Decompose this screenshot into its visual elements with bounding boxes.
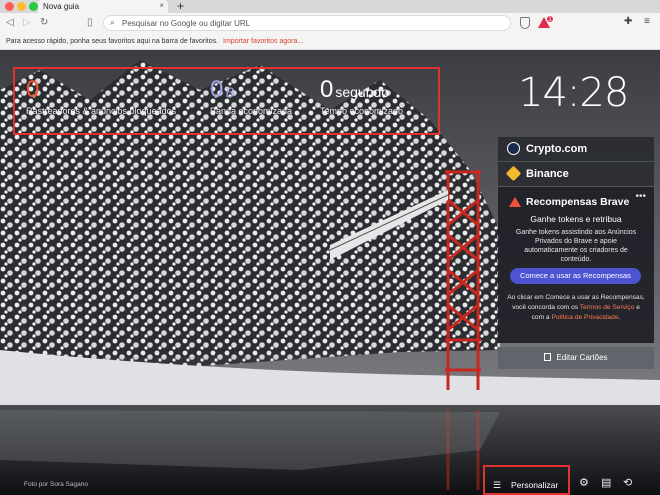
stat-trackers: 0 Rastreadores & anúncios bloqueados [26,76,177,117]
time-value: 0 [320,76,334,103]
rewards-subtitle: Ganhe tokens e retribua [530,214,622,224]
extensions-icon[interactable]: ✚ [624,16,632,27]
crypto-com-icon [507,142,520,155]
new-tab-button[interactable]: + [177,0,184,13]
trackers-label: Rastreadores & anúncios bloqueados [26,106,177,116]
stat-bandwidth: 0B Banda economizada [210,76,293,117]
bookmarks-icon[interactable]: ▤ [601,476,611,489]
time-label: Tempo economizado [320,106,404,116]
search-icon: ⌕ [110,17,116,27]
customize-button[interactable]: ☰ Personalizar [483,465,570,495]
sliders-icon: ☰ [493,480,502,490]
bookmarks-bar: Para acesso rápido, ponha seus favoritos… [0,33,660,50]
tab-new-tab[interactable]: Nova guia × [38,0,168,13]
crypto-com-card[interactable]: Crypto.com [498,137,654,161]
edit-cards-icon [544,353,552,361]
tab-title: Nova guia [43,2,80,11]
legal-end: . [618,314,621,321]
privacy-link[interactable]: Política de Privacidade [551,314,618,321]
rewards-description: Ganhe tokens assistindo aos Anúncios Pri… [515,229,637,263]
menu-icon[interactable]: ≡ [644,16,650,27]
start-rewards-button[interactable]: Comece a usar as Recompensas [510,268,641,284]
close-window-button[interactable] [5,2,14,11]
rewards-title: Recompensas Brave [526,196,630,208]
forward-icon[interactable]: ▷ [23,16,31,30]
binance-title: Binance [526,168,569,180]
bookmarks-hint: Para acesso rápido, ponha seus favoritos… [6,38,219,45]
bookmark-icon[interactable]: ▯ [87,16,93,30]
brave-rewards-card: Recompensas Brave ••• Ganhe tokens e ret… [498,187,654,343]
rewards-legal: Ao clicar em Comece a usar as Recompensa… [506,293,646,323]
bandwidth-unit: B [225,84,235,100]
trackers-count: 0 [26,76,40,103]
close-icon[interactable]: × [159,1,164,10]
bandwidth-label: Banda economizada [210,106,293,116]
bat-icon [509,197,521,207]
bandwidth-value: 0 [210,76,224,103]
address-placeholder: Pesquisar no Google ou digitar URL [122,19,251,28]
zoom-window-button[interactable] [29,2,38,11]
binance-icon [505,165,522,182]
history-icon[interactable]: ⟲ [623,476,632,489]
more-options-icon[interactable]: ••• [635,191,646,202]
time-unit: segundo [335,84,390,100]
address-bar[interactable]: ⌕ Pesquisar no Google ou digitar URL [103,15,511,31]
import-bookmarks-link[interactable]: Importar favoritos agora... [223,38,303,45]
tab-strip: Nova guia × + [0,0,660,13]
rewards-badge: 1 [546,15,554,23]
back-icon[interactable]: ◁ [6,16,14,30]
binance-card[interactable]: Binance [498,162,654,186]
clock: 14:28 [518,70,629,116]
crypto-com-title: Crypto.com [526,143,588,155]
edit-cards-label: Editar Cartões [556,353,608,362]
edit-cards-button[interactable]: Editar Cartões [498,347,654,369]
stat-time: 0 segundo Tempo economizado [320,76,404,117]
minimize-window-button[interactable] [17,2,26,11]
photo-credit: Foto por Sora Sagano [24,481,88,488]
terms-link[interactable]: Termos de Serviço [580,304,635,311]
settings-icon[interactable]: ⚙ [579,476,589,489]
brave-shields-icon[interactable] [520,17,530,29]
reload-icon[interactable]: ↻ [40,16,48,30]
customize-label: Personalizar [511,480,559,490]
toolbar: ◁ ▷ ↻ ▯ ⌕ Pesquisar no Google ou digitar… [0,13,660,33]
